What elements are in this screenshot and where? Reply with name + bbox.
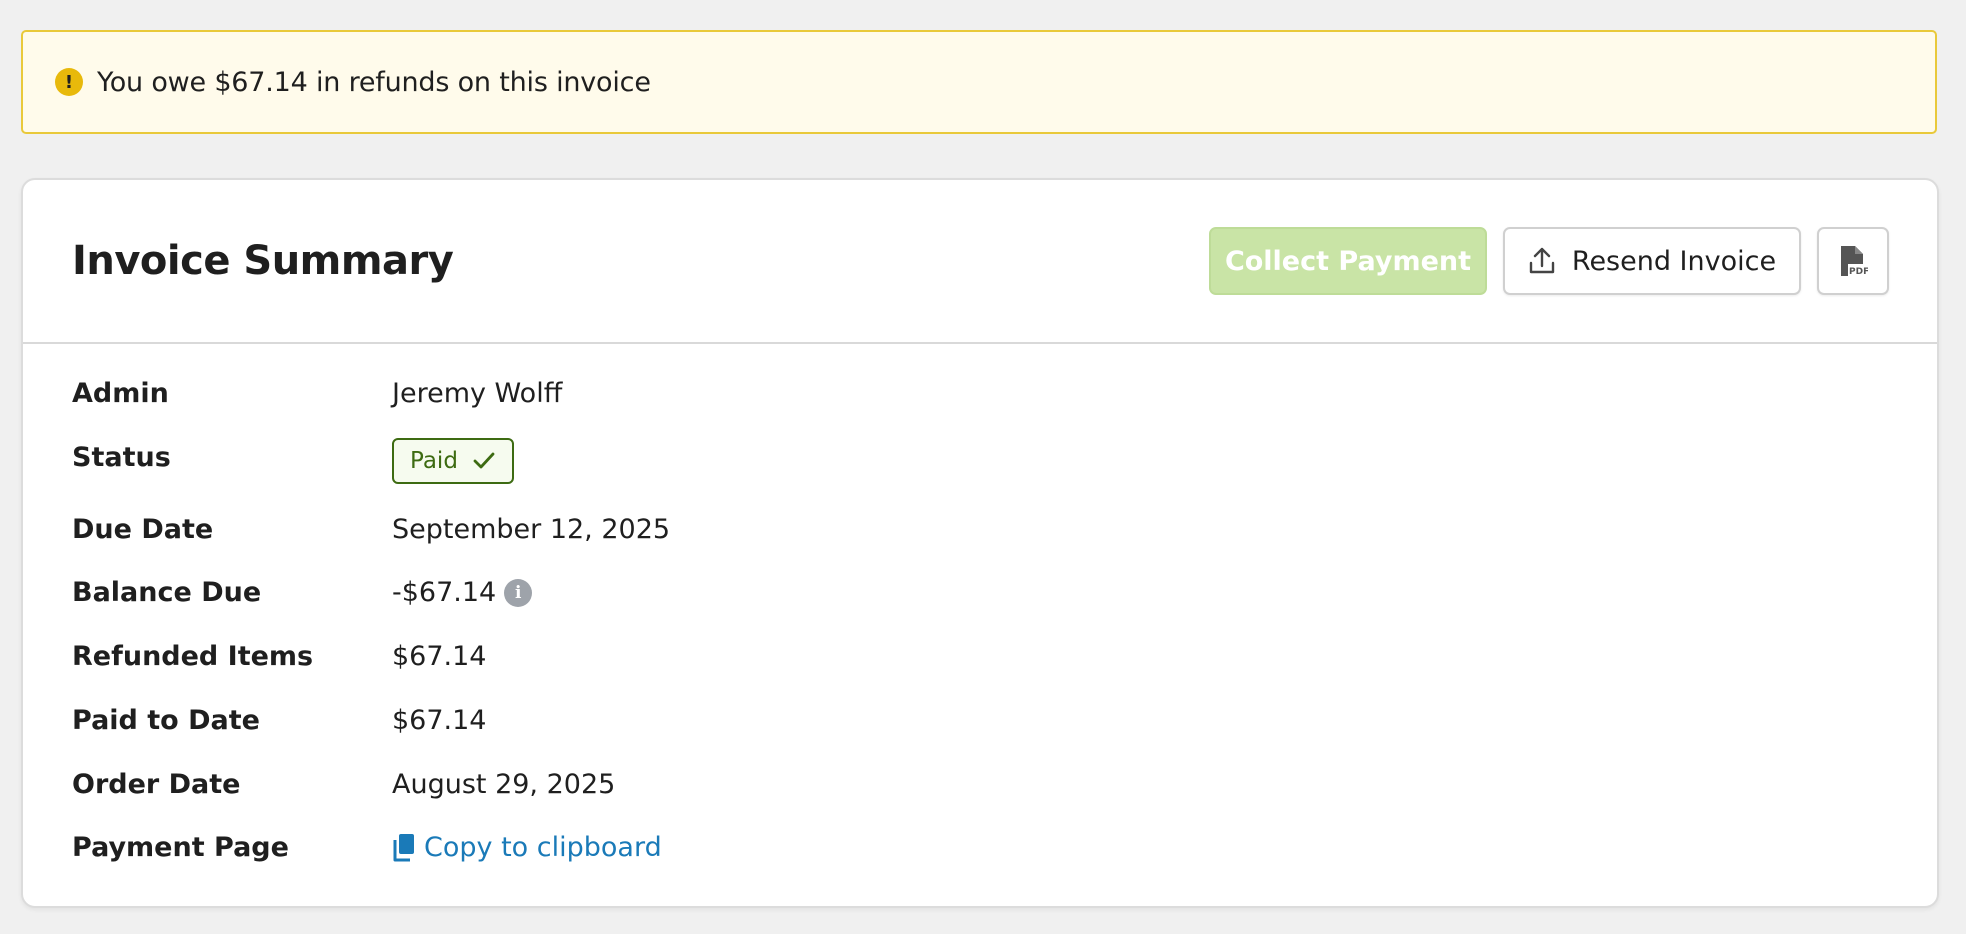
detail-value: -$67.14 i	[392, 577, 533, 608]
detail-row-order-date: Order Date August 29, 2025	[72, 769, 1889, 800]
card-header: Invoice Summary Collect Payment Resend I…	[23, 180, 1937, 344]
resend-invoice-button[interactable]: Resend Invoice	[1503, 227, 1801, 295]
detail-label: Paid to Date	[72, 705, 260, 736]
svg-text:PDF: PDF	[1849, 267, 1868, 277]
collect-payment-label: Collect Payment	[1224, 245, 1472, 277]
detail-row-paid-to-date: Paid to Date $67.14	[72, 705, 1889, 736]
detail-value: $67.14	[392, 641, 487, 672]
resend-invoice-label: Resend Invoice	[1571, 245, 1777, 277]
pdf-file-icon: PDF	[1841, 246, 1868, 277]
alert-message: You owe $67.14 in refunds on this invoic…	[97, 66, 651, 98]
copy-to-clipboard-link[interactable]: Copy to clipboard	[392, 832, 662, 863]
detail-row-balance-due: Balance Due -$67.14 i	[72, 577, 1889, 608]
status-badge: Paid	[392, 438, 514, 484]
download-pdf-button[interactable]: PDF	[1817, 227, 1889, 295]
upload-icon	[1529, 247, 1555, 274]
detail-label: Balance Due	[72, 577, 262, 608]
balance-due-value: -$67.14	[392, 577, 497, 608]
detail-value: August 29, 2025	[392, 769, 616, 800]
detail-row-refunded-items: Refunded Items $67.14	[72, 641, 1889, 672]
detail-label: Admin	[72, 378, 169, 409]
detail-label: Due Date	[72, 514, 214, 545]
detail-row-status: Status Paid	[72, 438, 1889, 484]
detail-label: Payment Page	[72, 832, 289, 863]
detail-value: $67.14	[392, 705, 487, 736]
info-icon[interactable]: i	[504, 578, 533, 607]
detail-value: Copy to clipboard	[392, 832, 662, 863]
detail-value: Jeremy Wolff	[392, 378, 563, 409]
detail-row-admin: Admin Jeremy Wolff	[72, 378, 1889, 409]
page-title: Invoice Summary	[72, 238, 454, 284]
detail-row-payment-page: Payment Page Copy to clipboard	[72, 832, 1889, 863]
status-badge-label: Paid	[410, 448, 458, 474]
header-actions: Collect Payment Resend Invoice PDF	[1209, 227, 1889, 295]
refund-alert-banner: ! You owe $67.14 in refunds on this invo…	[21, 30, 1937, 134]
clipboard-icon	[393, 833, 414, 861]
detail-value: Paid	[392, 438, 514, 484]
collect-payment-button[interactable]: Collect Payment	[1209, 227, 1487, 295]
detail-label: Status	[72, 442, 171, 473]
detail-label: Order Date	[72, 769, 241, 800]
exclamation-circle-icon: !	[55, 68, 83, 96]
checkmark-icon	[473, 452, 495, 469]
copy-to-clipboard-label: Copy to clipboard	[424, 832, 662, 863]
invoice-summary-card: Invoice Summary Collect Payment Resend I…	[21, 178, 1939, 908]
detail-value: September 12, 2025	[392, 514, 671, 545]
detail-label: Refunded Items	[72, 641, 314, 672]
detail-row-due-date: Due Date September 12, 2025	[72, 514, 1889, 545]
